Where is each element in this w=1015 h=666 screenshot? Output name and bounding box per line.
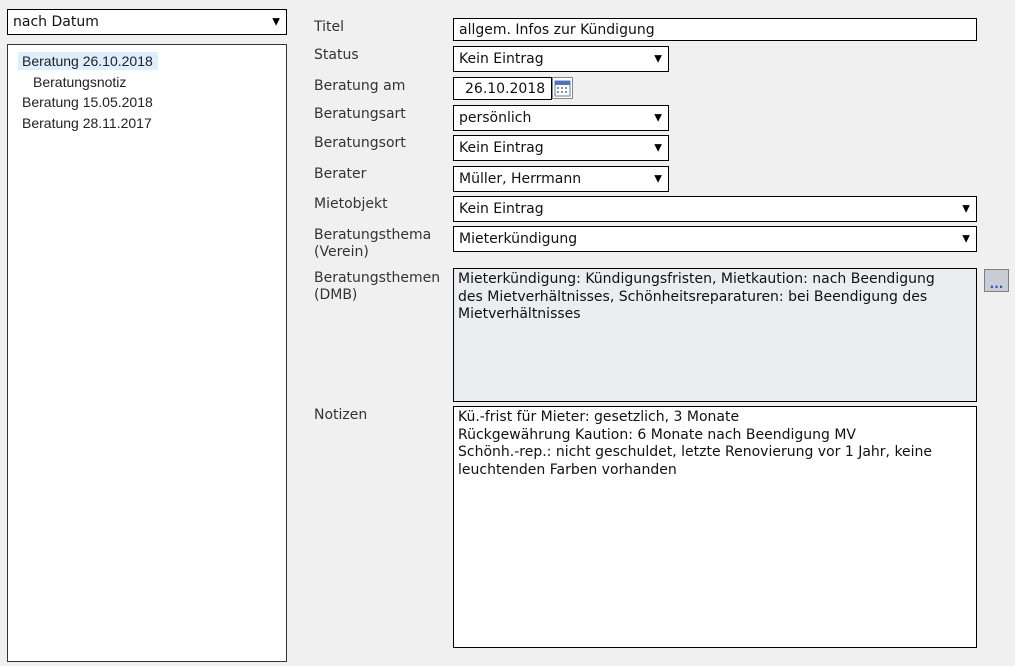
label-line: Beratungsthemen: [314, 270, 441, 286]
status-value: Kein Eintrag: [459, 51, 544, 67]
sort-select[interactable]: nach Datum ▼: [7, 9, 287, 35]
status-select[interactable]: Kein Eintrag ▼: [453, 46, 669, 72]
tree-item-label: Beratung 15.05.2018: [22, 94, 153, 110]
beratungsort-select[interactable]: Kein Eintrag ▼: [453, 135, 669, 161]
beratungsthema-verein-value: Mieterkündigung: [459, 231, 578, 247]
beratung-am-value: 26.10.2018: [465, 80, 546, 97]
label-line: (Verein): [314, 244, 369, 260]
sort-select-value: nach Datum: [13, 14, 99, 30]
notizen-textarea[interactable]: Kü.-frist für Mieter: gesetzlich, 3 Mona…: [453, 406, 977, 648]
berater-value: Müller, Herrmann: [459, 171, 582, 187]
label-line: (DMB): [314, 287, 358, 303]
label-beratungsthema-verein: Beratungsthema (Verein): [314, 227, 431, 261]
beratungsthemen-dmb-field: Mieterkündigung: Kündigungsfristen, Miet…: [453, 268, 977, 402]
label-status: Status: [314, 47, 359, 63]
tree-item-beratung-2018-10-26[interactable]: Beratung 26.10.2018: [18, 52, 158, 70]
chevron-down-icon: ▼: [654, 112, 662, 124]
beratungsort-value: Kein Eintrag: [459, 140, 544, 156]
ellipsis-icon: ...: [989, 277, 1004, 291]
chevron-down-icon: ▼: [654, 173, 662, 185]
tree-item-label: Beratung 26.10.2018: [22, 53, 153, 69]
chevron-down-icon: ▼: [962, 233, 970, 245]
label-titel: Titel: [314, 19, 345, 35]
mietobjekt-value: Kein Eintrag: [459, 201, 544, 217]
beratungsart-value: persönlich: [459, 110, 532, 126]
text-line: Kü.-frist für Mieter: gesetzlich, 3 Mona…: [458, 409, 740, 425]
titel-value: allgem. Infos zur Kündigung: [459, 21, 655, 38]
text-line: Mietverhältnisses: [458, 306, 581, 322]
text-line: des Mietverhältnisses, Schönheitsreparat…: [458, 288, 928, 305]
label-beratungsort: Beratungsort: [314, 135, 406, 151]
beratungsart-select[interactable]: persönlich ▼: [453, 105, 669, 131]
tree-item-label: Beratungsnotiz: [33, 74, 127, 90]
label-beratung-am: Beratung am: [314, 78, 406, 94]
label-beratungsart: Beratungsart: [314, 106, 406, 122]
text-line: Mieterkündigung: Kündigungsfristen, Miet…: [458, 271, 935, 287]
chevron-down-icon: ▼: [272, 16, 280, 28]
text-line: Rückgewährung Kaution: 6 Monate nach Bee…: [458, 426, 856, 443]
tree-item-label: Beratung 28.11.2017: [22, 115, 152, 131]
label-beratungsthemen-dmb: Beratungsthemen (DMB): [314, 270, 440, 304]
label-line: Beratungsthema: [314, 227, 432, 243]
beratung-am-date-input[interactable]: 26.10.2018: [453, 77, 552, 100]
mietobjekt-select[interactable]: Kein Eintrag ▼: [453, 196, 977, 222]
tree-item-beratung-2018-05-15[interactable]: Beratung 15.05.2018: [18, 93, 158, 111]
titel-input[interactable]: allgem. Infos zur Kündigung: [453, 18, 977, 41]
consultation-tree: Beratung 26.10.2018 Beratungsnotiz Berat…: [7, 44, 287, 662]
chevron-down-icon: ▼: [962, 203, 970, 215]
label-notizen: Notizen: [314, 407, 368, 423]
label-mietobjekt: Mietobjekt: [314, 196, 388, 212]
calendar-icon[interactable]: [552, 77, 573, 99]
tree-item-beratungsnotiz[interactable]: Beratungsnotiz: [29, 73, 131, 91]
themen-picker-button[interactable]: ...: [984, 269, 1009, 292]
text-line: Schönh.-rep.: nicht geschuldet, letzte R…: [458, 444, 933, 460]
beratungsthema-verein-select[interactable]: Mieterkündigung ▼: [453, 226, 977, 252]
chevron-down-icon: ▼: [654, 142, 662, 154]
berater-select[interactable]: Müller, Herrmann ▼: [453, 166, 669, 192]
chevron-down-icon: ▼: [654, 53, 662, 65]
text-line: leuchtenden Farben vorhanden: [458, 461, 677, 478]
label-berater: Berater: [314, 166, 367, 182]
tree-item-beratung-2017-11-28[interactable]: Beratung 28.11.2017: [18, 114, 157, 132]
